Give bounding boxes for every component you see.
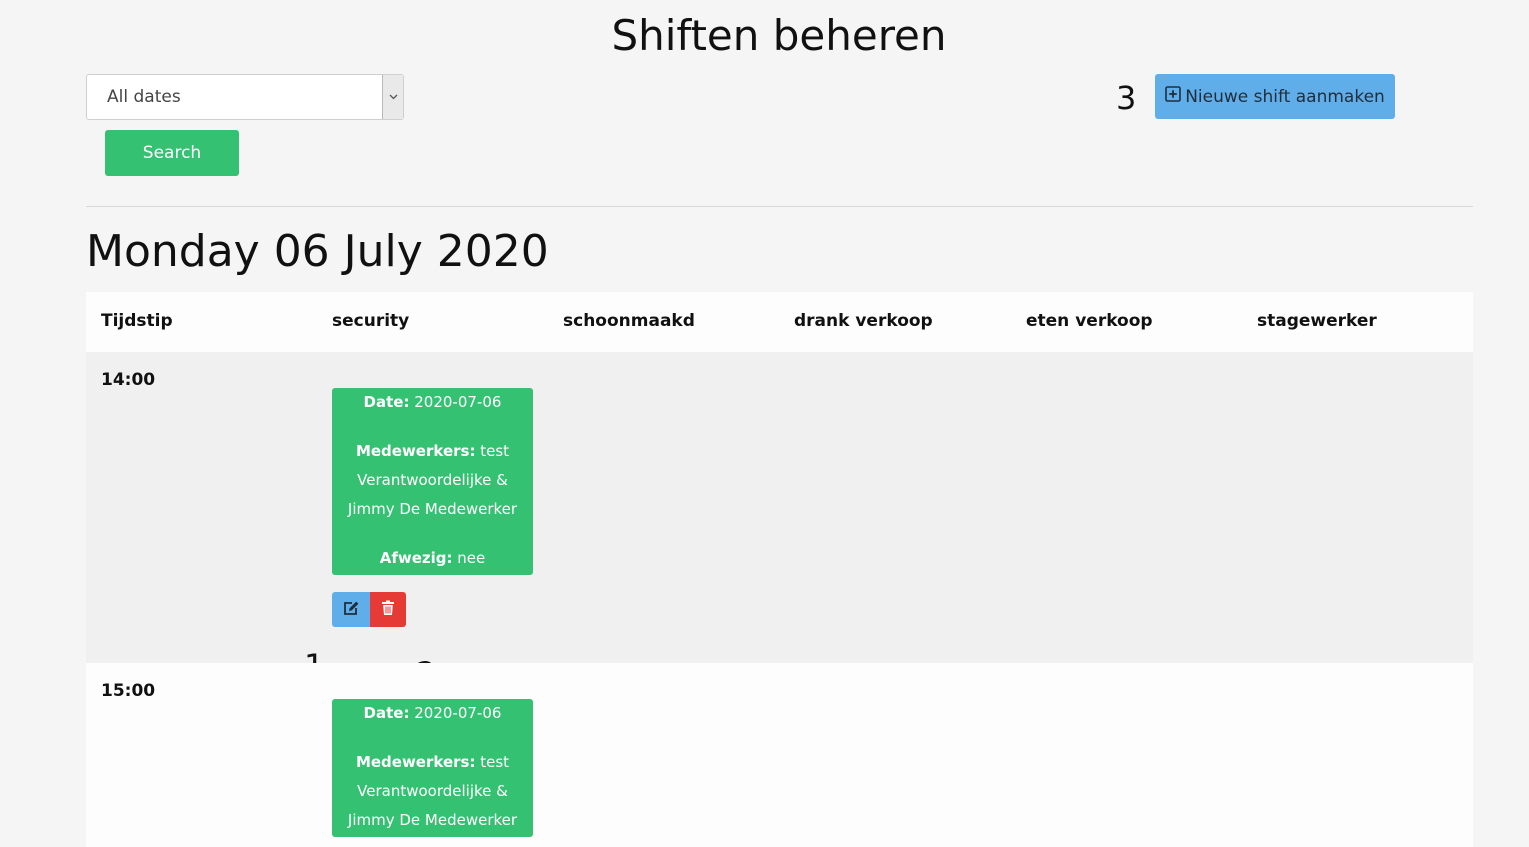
shift-card: Date: 2020-07-06 Medewerkers: test Veran… xyxy=(332,388,533,575)
shift-employees-label: Medewerkers: xyxy=(355,753,476,771)
column-header-tijdstip: Tijdstip xyxy=(101,311,173,331)
shift-absent-label: Afwezig: xyxy=(379,549,453,567)
shift-employees-line1: test xyxy=(480,442,510,460)
divider xyxy=(86,206,1473,207)
new-shift-label: Nieuwe shift aanmaken xyxy=(1185,86,1385,107)
shift-date-label: Date: xyxy=(363,393,410,411)
new-shift-button[interactable]: Nieuwe shift aanmaken xyxy=(1155,74,1395,119)
shift-employees-line3: Jimmy De Medewerker xyxy=(347,500,518,518)
annotation-3: 3 xyxy=(1116,79,1137,117)
schedule-table: Tijdstip security schoonmaakd drank verk… xyxy=(86,292,1473,847)
edit-icon xyxy=(343,600,360,620)
column-header-eten-verkoop: eten verkoop xyxy=(1026,311,1153,331)
shift-employees-line2: Verantwoordelijke & xyxy=(357,471,508,489)
time-cell: 14:00 xyxy=(101,370,156,390)
page-title: Shiften beheren xyxy=(611,11,947,60)
shift-date-label: Date: xyxy=(363,704,410,722)
column-header-drank-verkoop: drank verkoop xyxy=(794,311,933,331)
trash-icon xyxy=(381,600,395,620)
shift-employees-line1: test xyxy=(480,753,510,771)
table-row: 15:00 Date: 2020-07-06 Medewerkers: test… xyxy=(86,663,1473,847)
edit-shift-button[interactable] xyxy=(332,592,370,627)
day-heading: Monday 06 July 2020 xyxy=(86,226,549,277)
column-header-schoonmaakd: schoonmaakd xyxy=(563,311,695,331)
column-header-stagewerker: stagewerker xyxy=(1257,311,1377,331)
date-filter-select[interactable]: All dates xyxy=(86,74,404,120)
search-button[interactable]: Search xyxy=(105,130,239,176)
shift-date: 2020-07-06 xyxy=(414,704,502,722)
shift-employees-line3: Jimmy De Medewerker xyxy=(347,811,518,829)
delete-shift-button[interactable] xyxy=(370,592,406,627)
shift-card: Date: 2020-07-06 Medewerkers: test Veran… xyxy=(332,699,533,837)
shift-absent: nee xyxy=(457,549,486,567)
table-row: 14:00 Date: 2020-07-06 Medewerkers: test… xyxy=(86,352,1473,690)
chevron-down-icon[interactable] xyxy=(382,75,403,119)
plus-square-icon xyxy=(1165,86,1181,107)
shift-employees-line2: Verantwoordelijke & xyxy=(357,782,508,800)
shift-actions xyxy=(332,592,406,627)
shift-date: 2020-07-06 xyxy=(414,393,502,411)
date-filter-value: All dates xyxy=(107,87,181,107)
table-header: Tijdstip security schoonmaakd drank verk… xyxy=(86,292,1473,352)
shift-employees-label: Medewerkers: xyxy=(355,442,476,460)
time-cell: 15:00 xyxy=(101,681,156,701)
column-header-security: security xyxy=(332,311,410,331)
